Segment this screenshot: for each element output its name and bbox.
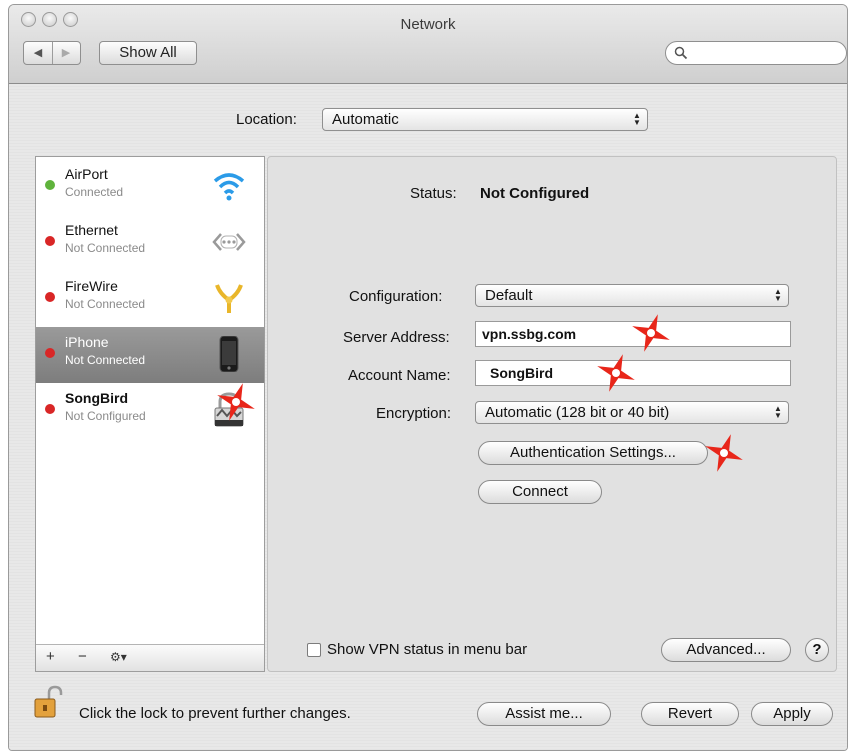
service-status: Not Connected (65, 297, 146, 311)
popup-arrows-icon: ▲ ▼ (774, 404, 782, 420)
authentication-settings-button[interactable]: Authentication Settings... (478, 441, 708, 465)
popup-arrows-icon: ▲ ▼ (633, 111, 641, 127)
status-dot (45, 348, 55, 358)
account-name-label: Account Name: (348, 367, 451, 384)
action-menu-button[interactable]: ⚙▾ (110, 650, 127, 664)
configuration-popup[interactable]: Default ▲ ▼ (475, 284, 789, 307)
lock-message: Click the lock to prevent further change… (79, 705, 351, 722)
back-button[interactable]: ◀ (24, 42, 53, 64)
service-status: Not Configured (65, 409, 146, 423)
location-popup[interactable]: Automatic ▲ ▼ (322, 108, 648, 131)
encryption-popup[interactable]: Automatic (128 bit or 40 bit) ▲ ▼ (475, 401, 789, 424)
location-label: Location: (236, 111, 297, 128)
status-dot (45, 236, 55, 246)
server-address-label: Server Address: (343, 329, 450, 346)
firewire-icon (215, 284, 243, 313)
status-dot (45, 180, 55, 190)
show-vpn-status-checkbox[interactable] (307, 643, 321, 657)
search-icon (674, 46, 688, 60)
show-vpn-status-label: Show VPN status in menu bar (327, 641, 528, 658)
encryption-value: Automatic (128 bit or 40 bit) (485, 404, 670, 421)
service-status: Connected (65, 185, 124, 199)
annotation-star-icon (217, 383, 255, 421)
search-field[interactable] (665, 41, 847, 65)
apply-button[interactable]: Apply (751, 702, 833, 726)
service-item-firewire[interactable]: FireWire Not Connected (36, 271, 264, 327)
revert-button[interactable]: Revert (641, 702, 739, 726)
connect-button[interactable]: Connect (478, 480, 602, 504)
popup-arrows-icon: ▲ ▼ (774, 287, 782, 303)
service-item-airport[interactable]: AirPort Connected (36, 159, 264, 215)
annotation-star-icon (597, 354, 635, 392)
annotation-star-icon (705, 434, 743, 472)
status-dot (45, 404, 55, 414)
show-all-button[interactable]: Show All (99, 41, 197, 65)
location-value: Automatic (332, 111, 399, 128)
service-name: Ethernet (65, 222, 118, 238)
add-service-button[interactable]: + (46, 648, 55, 665)
status-dot (45, 292, 55, 302)
service-item-ethernet[interactable]: Ethernet Not Connected (36, 215, 264, 271)
wifi-icon (213, 173, 245, 201)
network-window: Network ◀ ▶ Show All Location: Automatic… (8, 4, 848, 751)
status-value: Not Configured (480, 185, 590, 202)
configuration-label: Configuration: (349, 288, 443, 305)
service-name: AirPort (65, 166, 108, 182)
iphone-icon (219, 336, 239, 372)
assist-me-button[interactable]: Assist me... (477, 702, 611, 726)
status-label: Status: (410, 185, 457, 202)
service-status: Not Connected (65, 353, 146, 367)
service-name: FireWire (65, 278, 118, 294)
configuration-value: Default (485, 287, 533, 304)
service-name: SongBird (65, 390, 128, 406)
window-title: Network (400, 16, 456, 33)
back-forward-control: ◀ ▶ (23, 41, 81, 65)
service-item-iphone[interactable]: iPhone Not Connected (36, 327, 264, 383)
title-bar: Network ◀ ▶ Show All (9, 5, 847, 84)
service-list-footer: + − ⚙▾ (36, 644, 264, 671)
service-name: iPhone (65, 334, 109, 350)
forward-button[interactable]: ▶ (52, 42, 80, 64)
ethernet-icon (212, 233, 246, 251)
remove-service-button[interactable]: − (78, 648, 87, 665)
help-button[interactable]: ? (805, 638, 829, 662)
encryption-label: Encryption: (376, 405, 452, 422)
service-status: Not Connected (65, 241, 146, 255)
padlock-icon[interactable] (33, 685, 63, 719)
advanced-button[interactable]: Advanced... (661, 638, 791, 662)
